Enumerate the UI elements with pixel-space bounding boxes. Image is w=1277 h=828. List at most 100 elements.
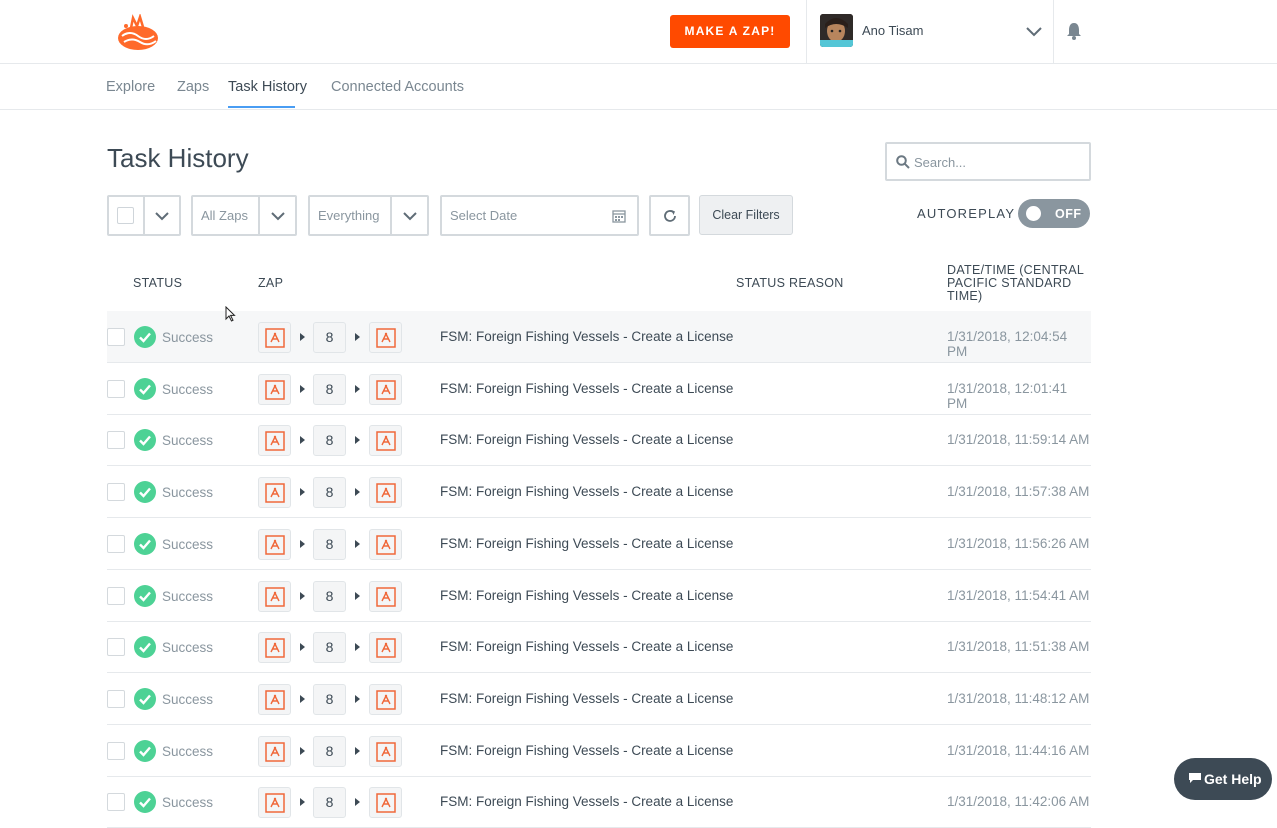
row-checkbox[interactable]: [107, 328, 125, 346]
step-count-badge: 8: [313, 736, 346, 767]
step-arrow-icon: [355, 333, 360, 341]
row-datetime: 1/31/2018, 11:59:14 AM: [947, 432, 1090, 447]
search-input[interactable]: [914, 152, 1084, 172]
row-datetime: 1/31/2018, 11:42:06 AM: [947, 794, 1090, 809]
trigger-app-icon: [258, 374, 291, 405]
get-help-button[interactable]: Get Help: [1174, 758, 1272, 800]
table-row[interactable]: Success 8 FSM: Foreign Fishing Vessels - C…: [107, 725, 1091, 777]
step-arrow-icon: [355, 488, 360, 496]
zap-name-link[interactable]: FSM: Foreign Fishing Vessels - Create a …: [440, 484, 733, 499]
table-row[interactable]: Success 8 FSM: Foreign Fishing Vessels - C…: [107, 414, 1091, 466]
clear-filters-button[interactable]: Clear Filters: [699, 195, 793, 235]
table-row[interactable]: Success 8 FSM: Foreign Fishing Vessels - C…: [107, 621, 1091, 673]
step-arrow-icon: [300, 695, 305, 703]
row-checkbox[interactable]: [107, 587, 125, 605]
zap-name-link[interactable]: FSM: Foreign Fishing Vessels - Create a …: [440, 794, 733, 809]
zap-name-link[interactable]: FSM: Foreign Fishing Vessels - Create a …: [440, 588, 733, 603]
zap-name-link[interactable]: FSM: Foreign Fishing Vessels - Create a …: [440, 691, 733, 706]
step-arrow-icon: [355, 540, 360, 548]
row-checkbox[interactable]: [107, 380, 125, 398]
divider: [258, 197, 260, 234]
row-checkbox[interactable]: [107, 793, 125, 811]
row-datetime: 1/31/2018, 11:56:26 AM: [947, 536, 1090, 551]
zap-name-link[interactable]: FSM: Foreign Fishing Vessels - Create a …: [440, 639, 733, 654]
row-checkbox[interactable]: [107, 483, 125, 501]
zap-name-link[interactable]: FSM: Foreign Fishing Vessels - Create a …: [440, 329, 733, 344]
zap-name-link[interactable]: FSM: Foreign Fishing Vessels - Create a …: [440, 381, 733, 396]
action-app-icon: [369, 581, 402, 612]
row-checkbox[interactable]: [107, 742, 125, 760]
row-checkbox[interactable]: [107, 535, 125, 553]
table-row[interactable]: Success 8 FSM: Foreign Fishing Vessels - C…: [107, 673, 1091, 725]
column-header-status[interactable]: STATUS: [133, 276, 182, 290]
tab-connected-accounts[interactable]: Connected Accounts: [331, 79, 464, 95]
table-row[interactable]: Success 8 FSM: Foreign Fishing Vessels - C…: [107, 363, 1091, 415]
table-row[interactable]: Success 8 FSM: Foreign Fishing Vessels - C…: [107, 518, 1091, 570]
tab-zaps[interactable]: Zaps: [177, 79, 209, 95]
chevron-down-icon[interactable]: [1025, 22, 1043, 40]
success-check-icon: [134, 326, 156, 348]
zaps-filter-select[interactable]: All Zaps: [191, 195, 297, 236]
row-datetime: 1/31/2018, 11:44:16 AM: [947, 743, 1090, 758]
toggle-state: OFF: [1055, 207, 1082, 221]
action-app-icon: [369, 787, 402, 818]
select-all-checkbox[interactable]: [117, 207, 134, 224]
date-filter-input[interactable]: Select Date: [440, 195, 639, 236]
notifications-bell-icon[interactable]: [1066, 22, 1082, 40]
autoreplay-toggle[interactable]: OFF: [1018, 199, 1090, 228]
refresh-button[interactable]: [649, 195, 690, 236]
step-count-badge: 8: [313, 787, 346, 818]
action-app-icon: [369, 425, 402, 456]
row-datetime: 1/31/2018, 11:48:12 AM: [947, 691, 1090, 706]
step-count-badge: 8: [313, 581, 346, 612]
step-arrow-icon: [300, 798, 305, 806]
column-header-datetime[interactable]: DATE/TIME (CENTRAL PACIFIC STANDARD TIME…: [947, 264, 1087, 303]
row-checkbox[interactable]: [107, 638, 125, 656]
column-header-zap[interactable]: ZAP: [258, 276, 283, 290]
get-help-label: Get Help: [1204, 771, 1262, 787]
row-datetime: 1/31/2018, 11:54:41 AM: [947, 588, 1090, 603]
chevron-down-icon[interactable]: [270, 208, 286, 224]
make-a-zap-button[interactable]: MAKE A ZAP!: [670, 15, 790, 48]
zaps-filter-value: All Zaps: [201, 208, 248, 223]
success-check-icon: [134, 636, 156, 658]
step-count-badge: 8: [313, 477, 346, 508]
status-text: Success: [162, 589, 214, 604]
avatar[interactable]: [820, 14, 853, 47]
status-text: Success: [162, 744, 214, 759]
search-box[interactable]: [885, 142, 1091, 181]
main-nav-tabs: Explore Zaps Task History Connected Acco…: [0, 64, 1277, 110]
tab-task-history[interactable]: Task History: [228, 79, 307, 95]
step-count-badge: 8: [313, 632, 346, 663]
user-menu[interactable]: Ano Tisam: [806, 0, 1054, 63]
table-row[interactable]: Success 8 FSM: Foreign Fishing Vessels - C…: [107, 311, 1091, 363]
column-header-status-reason[interactable]: STATUS REASON: [736, 276, 844, 290]
trigger-app-icon: [258, 736, 291, 767]
zap-name-link[interactable]: FSM: Foreign Fishing Vessels - Create a …: [440, 743, 733, 758]
zap-name-link[interactable]: FSM: Foreign Fishing Vessels - Create a …: [440, 536, 733, 551]
zap-name-link[interactable]: FSM: Foreign Fishing Vessels - Create a …: [440, 432, 733, 447]
step-arrow-icon: [355, 436, 360, 444]
calendar-icon[interactable]: [612, 209, 626, 223]
tab-explore[interactable]: Explore: [106, 79, 155, 95]
chat-bubble-icon: [1189, 773, 1201, 783]
zapier-logo-icon[interactable]: [116, 14, 160, 52]
trigger-app-icon: [258, 787, 291, 818]
success-check-icon: [134, 791, 156, 813]
success-check-icon: [134, 429, 156, 451]
table-row[interactable]: Success 8 FSM: Foreign Fishing Vessels - C…: [107, 776, 1091, 828]
chevron-down-icon[interactable]: [402, 208, 418, 224]
chevron-down-icon[interactable]: [154, 208, 170, 224]
type-filter-select[interactable]: Everything: [308, 195, 429, 236]
row-checkbox[interactable]: [107, 690, 125, 708]
step-arrow-icon: [300, 385, 305, 393]
table-row[interactable]: Success 8 FSM: Foreign Fishing Vessels - C…: [107, 466, 1091, 518]
step-arrow-icon: [300, 747, 305, 755]
trigger-app-icon: [258, 322, 291, 353]
bulk-select-dropdown[interactable]: [107, 195, 181, 236]
step-arrow-icon: [355, 592, 360, 600]
row-datetime: 1/31/2018, 11:51:38 AM: [947, 639, 1090, 654]
table-row[interactable]: Success 8 FSM: Foreign Fishing Vessels - C…: [107, 570, 1091, 622]
row-checkbox[interactable]: [107, 431, 125, 449]
step-count-badge: 8: [313, 529, 346, 560]
